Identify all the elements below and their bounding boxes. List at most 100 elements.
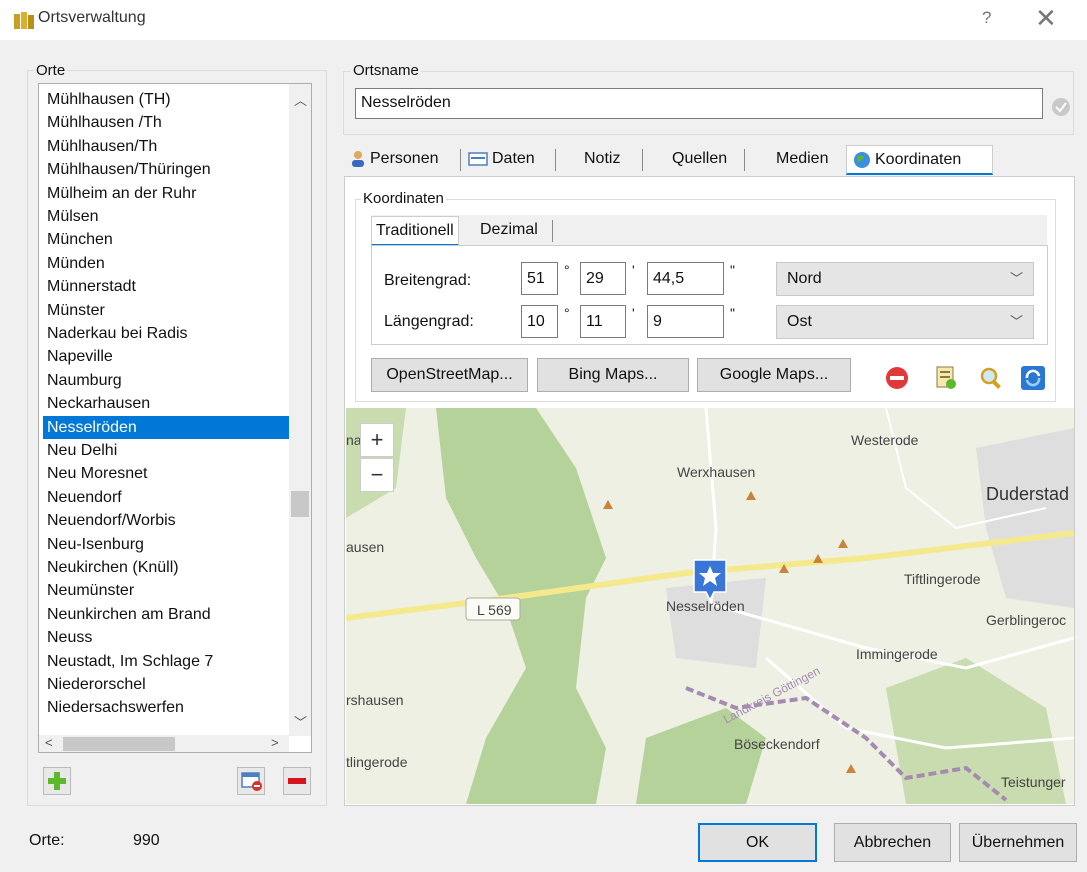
tab-data[interactable]: Daten	[462, 145, 541, 175]
place-list-item[interactable]: Münster	[43, 299, 289, 322]
place-list-item[interactable]: Mühlhausen /Th	[43, 111, 289, 134]
place-list-item[interactable]: Mühlhausen/Th	[43, 135, 289, 158]
scroll-up-icon[interactable]: ︿	[294, 90, 307, 109]
place-list-item[interactable]: Neckarhausen	[43, 392, 289, 415]
map-label: Duderstad	[986, 484, 1070, 504]
apply-button[interactable]: Übernehmen	[959, 823, 1077, 862]
map-label: rshausen	[346, 692, 404, 708]
tab-persons[interactable]: Personen	[344, 145, 445, 175]
longitude-degrees-input[interactable]: 10	[521, 305, 558, 338]
place-list-item[interactable]: Mülheim an der Ruhr	[43, 182, 289, 205]
zoom-out-button[interactable]: −	[360, 458, 394, 492]
subtab-traditional[interactable]: Traditionell	[371, 216, 459, 246]
tab-note[interactable]: Notiz	[578, 145, 626, 175]
map-label: Tiftlingerode	[904, 571, 981, 587]
tab-note-label: Notiz	[584, 150, 621, 167]
h-scroll-thumb[interactable]	[63, 737, 175, 751]
place-list-item[interactable]: Neu Delhi	[43, 439, 289, 462]
tab-media[interactable]: Medien	[770, 145, 834, 175]
tab-coordinates-label: Koordinaten	[875, 151, 962, 168]
map-label: Teistunger	[1001, 774, 1066, 790]
latitude-label: Breitengrad:	[384, 272, 472, 289]
place-list-item[interactable]: Neunkirchen am Brand	[43, 603, 289, 626]
place-list-item[interactable]: Nesselröden	[43, 415, 289, 439]
latitude-degrees-input[interactable]: 51	[521, 262, 558, 295]
latitude-minutes-input[interactable]: 29	[580, 262, 626, 295]
map-view[interactable]: na Westerode Werxhausen Duderstad ausen …	[346, 408, 1074, 804]
places-list[interactable]: Mühlhausen (TH) Mühlhausen /Th Mühlhausen/…	[38, 83, 312, 753]
latitude-seconds-input[interactable]: 44,5	[647, 262, 724, 295]
globe-icon	[854, 151, 870, 168]
tab-separator	[642, 149, 643, 171]
subtab-decimal[interactable]: Dezimal	[478, 216, 540, 246]
degree-symbol: °	[564, 305, 570, 321]
search-icon[interactable]	[978, 365, 1004, 391]
help-button[interactable]: ?	[982, 8, 991, 28]
google-maps-button[interactable]: Google Maps...	[697, 358, 851, 392]
places-group-label: Orte	[34, 62, 68, 79]
place-name-input[interactable]: Nesselröden	[355, 88, 1043, 119]
tab-coordinates[interactable]: Koordinaten	[846, 145, 993, 175]
plus-icon	[48, 772, 66, 790]
tab-sources[interactable]: Quellen	[666, 145, 733, 175]
tab-sources-label: Quellen	[672, 150, 728, 167]
check-icon[interactable]	[1051, 97, 1071, 117]
scroll-left-icon[interactable]: <	[45, 735, 53, 750]
add-note-icon[interactable]	[934, 365, 958, 391]
longitude-minutes-input[interactable]: 11	[580, 305, 626, 338]
delete-place-button[interactable]	[283, 767, 311, 795]
place-list-item[interactable]: Naderkau bei Radis	[43, 322, 289, 345]
zoom-in-button[interactable]: +	[360, 423, 394, 457]
longitude-direction-select[interactable]: Ost ﹀	[776, 305, 1034, 339]
place-list-item[interactable]: Niedersachswerfen	[43, 696, 289, 719]
map-label: Immingerode	[856, 646, 938, 662]
minute-symbol: '	[632, 262, 635, 278]
place-list-item[interactable]: Neu Moresnet	[43, 462, 289, 485]
merge-places-button[interactable]	[237, 767, 265, 795]
scroll-down-icon[interactable]: ﹀	[294, 712, 307, 731]
scroll-right-icon[interactable]: >	[271, 735, 279, 750]
place-list-item[interactable]: Münden	[43, 252, 289, 275]
second-symbol: "	[730, 262, 735, 278]
place-list-item[interactable]: Mühlhausen (TH)	[43, 88, 289, 111]
tab-media-label: Medien	[776, 150, 829, 167]
close-button[interactable]: ✕	[1035, 3, 1057, 34]
cancel-button[interactable]: Abbrechen	[834, 823, 951, 862]
place-list-item[interactable]: Mühlhausen/Thüringen	[43, 158, 289, 181]
scroll-thumb[interactable]	[291, 491, 309, 517]
minute-symbol: '	[632, 305, 635, 321]
vertical-scrollbar[interactable]: ︿ ﹀	[289, 84, 311, 736]
tab-separator	[552, 220, 553, 242]
chevron-down-icon: ﹀	[1009, 314, 1023, 329]
minus-icon	[288, 778, 306, 784]
card-remove-icon	[241, 772, 262, 791]
place-list-item[interactable]: Neustadt, Im Schlage 7	[43, 650, 289, 673]
place-list-item[interactable]: Neukirchen (Knüll)	[43, 556, 289, 579]
place-list-item[interactable]: Neuendorf/Worbis	[43, 509, 289, 532]
map-label: Werxhausen	[677, 464, 756, 480]
bing-maps-button[interactable]: Bing Maps...	[537, 358, 689, 392]
place-list-item[interactable]: Naumburg	[43, 369, 289, 392]
remove-coordinates-icon[interactable]	[884, 365, 910, 391]
latitude-direction-value: Nord	[787, 270, 822, 287]
place-list-item[interactable]: Neu-Isenburg	[43, 533, 289, 556]
latitude-direction-select[interactable]: Nord ﹀	[776, 262, 1034, 296]
ok-button[interactable]: OK	[698, 823, 817, 862]
refresh-icon[interactable]	[1020, 365, 1046, 391]
place-list-item[interactable]: Niederorschel	[43, 673, 289, 696]
place-list-item[interactable]: Neuendorf	[43, 486, 289, 509]
place-list-item[interactable]: München	[43, 228, 289, 251]
place-list-item[interactable]: Napeville	[43, 345, 289, 368]
tab-separator	[744, 149, 745, 171]
place-list-item[interactable]: Neumünster	[43, 579, 289, 602]
location-marker-icon[interactable]	[692, 558, 728, 602]
place-list-item[interactable]: Münnerstadt	[43, 275, 289, 298]
add-place-button[interactable]	[43, 767, 71, 795]
map-label: Gerblingeroc	[986, 612, 1067, 628]
window-title: Ortsverwaltung	[38, 9, 146, 26]
place-list-item[interactable]: Mülsen	[43, 205, 289, 228]
horizontal-scrollbar[interactable]: < >	[39, 735, 289, 752]
openstreetmap-button[interactable]: OpenStreetMap...	[371, 358, 528, 392]
place-list-item[interactable]: Neuss	[43, 626, 289, 649]
longitude-seconds-input[interactable]: 9	[647, 305, 724, 338]
